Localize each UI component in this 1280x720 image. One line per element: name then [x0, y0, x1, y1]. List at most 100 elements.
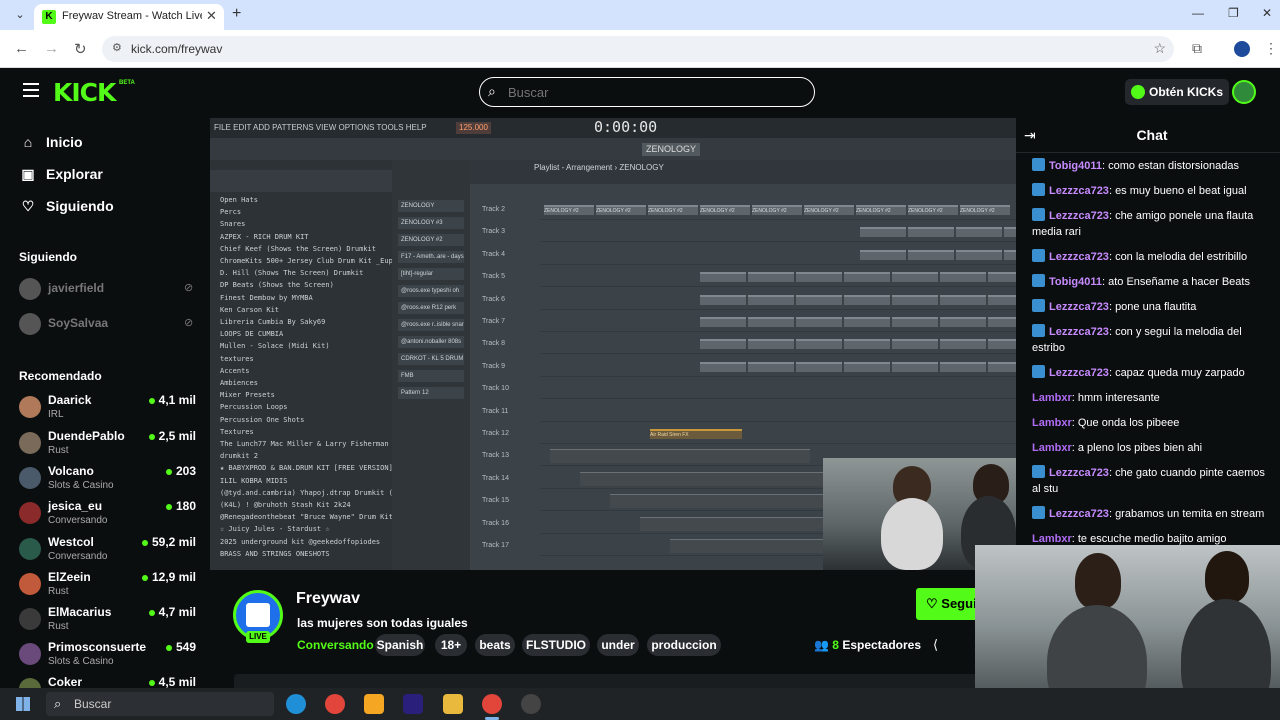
forward-button[interactable]: →	[44, 40, 59, 57]
reload-button[interactable]: ↻	[74, 40, 87, 58]
chat-title: Chat	[1136, 127, 1168, 143]
tab-list-button[interactable]: ⌄	[10, 6, 30, 24]
chat-username[interactable]: Lambxr	[1032, 417, 1072, 429]
subscriber-badge-icon	[1032, 465, 1045, 478]
tag[interactable]: under	[597, 634, 639, 656]
close-window-button[interactable]: ✕	[1262, 6, 1272, 20]
search-input[interactable]	[508, 85, 798, 100]
live-dot-icon	[148, 397, 155, 404]
fl-browser-item: Libreria Cumbia By Saky69	[220, 318, 326, 326]
chat-username[interactable]: Lezzzca723	[1049, 210, 1109, 222]
sidebar-item-label: Explorar	[46, 166, 103, 182]
fl-clip	[940, 272, 986, 283]
chat-username[interactable]: Lezzzca723	[1049, 467, 1109, 479]
tag[interactable]: produccion	[647, 634, 721, 656]
offline-icon: ⊘	[184, 282, 194, 294]
chat-username[interactable]: Lezzzca723	[1049, 508, 1109, 520]
following-item[interactable]: javierfield ⊘	[19, 276, 204, 302]
hamburger-menu-icon[interactable]	[23, 83, 39, 97]
recommended-item[interactable]: ElZeein Rust 12,9 mil	[19, 570, 204, 603]
fl-browser-item: DP Beats (Shows the Screen)	[220, 281, 334, 290]
chrome-active-icon[interactable]	[482, 694, 502, 714]
get-kicks-button[interactable]: Obtén KICKs	[1125, 79, 1229, 105]
fl-clip: ZENOLOGY #2	[752, 205, 802, 215]
fl-track-lane	[540, 222, 1016, 243]
chat-username[interactable]: Lambxr	[1032, 442, 1072, 454]
windows-start-icon[interactable]	[16, 697, 30, 711]
restore-button[interactable]: ❐	[1228, 6, 1239, 20]
sidebar-item-siguiendo[interactable]: ♡ Siguiendo	[19, 198, 114, 222]
recommended-item[interactable]: Daarick IRL 4,1 mil	[19, 393, 204, 426]
chat-message: Lezzzca723: che gato cuando pinte caemos…	[1032, 465, 1265, 495]
edge-icon[interactable]	[286, 694, 306, 714]
avatar	[19, 278, 41, 300]
following-item[interactable]: SoySalvaa ⊘	[19, 311, 204, 337]
chrome-icon[interactable]	[325, 694, 345, 714]
recommended-item[interactable]: Volcano Slots & Casino 203	[19, 464, 204, 497]
fl-browser-panel: Open Hats Percs Snares AZPEX - RICH DRUM KI…	[210, 160, 435, 570]
recommended-item[interactable]: jesica_eu Conversando 180	[19, 499, 204, 532]
minimize-button[interactable]: —	[1192, 6, 1204, 20]
url-text[interactable]: kick.com/freywav	[131, 42, 222, 56]
fl-browser-item: ChromeKits 500+ Jersey Club Drum Kit _Eu…	[220, 257, 419, 265]
back-button[interactable]: ←	[14, 40, 29, 57]
tag[interactable]: 18+	[435, 634, 467, 656]
recommended-item[interactable]: Coker 4,5 mil	[19, 675, 204, 688]
beta-badge: BETA	[119, 80, 135, 86]
collapse-chat-icon[interactable]: ⇥	[1024, 127, 1036, 144]
live-dot-icon	[141, 539, 148, 546]
omnibox[interactable]: ⚙ kick.com/freywav ☆	[102, 36, 1174, 62]
chat-username[interactable]: Tobig4011	[1049, 276, 1102, 288]
fl-studio-icon[interactable]	[364, 694, 384, 714]
share-icon[interactable]: ⟨	[933, 637, 938, 653]
chat-username[interactable]: Lezzzca723	[1049, 301, 1109, 313]
user-avatar[interactable]	[1232, 80, 1256, 104]
chat-username[interactable]: Lambxr	[1032, 392, 1072, 404]
browser-tab[interactable]: K Freywav Stream - Watch Live o ✕	[34, 4, 224, 30]
fl-track-label: Track 14	[482, 474, 509, 482]
extensions-icon[interactable]: ⧉	[1192, 40, 1202, 57]
streamer-name[interactable]: Freywav	[296, 590, 360, 608]
chat-username[interactable]: Lambxr	[1032, 533, 1072, 545]
tag[interactable]: FLSTUDIO	[522, 634, 590, 656]
fl-track-lane	[540, 290, 1016, 310]
recommended-item[interactable]: Westcol Conversando 59,2 mil	[19, 535, 204, 568]
obs-icon[interactable]	[521, 694, 541, 714]
tab-close-icon[interactable]: ✕	[206, 8, 217, 24]
chat-text: capaz queda muy zarpado	[1115, 367, 1245, 379]
fl-browser-toolbar	[210, 170, 392, 192]
new-tab-button[interactable]: +	[232, 5, 241, 23]
recommended-item[interactable]: Primosconsuerte Slots & Casino 549	[19, 640, 204, 673]
taskbar-search[interactable]: ⌕ Buscar	[46, 692, 274, 716]
video-player[interactable]: FILE EDIT ADD PATTERNS VIEW OPTIONS TOOL…	[210, 118, 1016, 570]
chat-username[interactable]: Lezzzca723	[1049, 251, 1109, 263]
fl-browser-item: drumkit 2	[220, 452, 258, 461]
chat-username[interactable]: Lezzzca723	[1049, 367, 1109, 379]
bookmark-star-icon[interactable]: ☆	[1153, 40, 1166, 57]
premiere-icon[interactable]	[403, 694, 423, 714]
stream-category[interactable]: Conversando	[297, 638, 374, 652]
fl-clip	[844, 361, 890, 372]
tag[interactable]: Spanish	[375, 634, 425, 656]
sidebar-item-inicio[interactable]: ⌂ Inicio	[19, 134, 83, 158]
site-info-icon[interactable]: ⚙	[112, 41, 122, 54]
file-explorer-icon[interactable]	[443, 694, 463, 714]
kick-logo[interactable]: KICK	[53, 78, 116, 107]
search-box[interactable]: ⌕	[479, 77, 815, 107]
chat-username[interactable]: Tobig4011	[1049, 160, 1102, 172]
browser-menu-icon[interactable]: ⋮	[1264, 40, 1278, 57]
tag[interactable]: beats	[475, 634, 515, 656]
channel-name: Volcano	[48, 464, 94, 478]
browser-profile-avatar[interactable]	[1234, 41, 1250, 57]
fl-browser-item: Mixer Presets	[220, 391, 275, 400]
chat-username[interactable]: Lezzzca723	[1049, 185, 1109, 197]
viewer-count: 59,2 mil	[141, 535, 196, 549]
chat-username[interactable]: Lezzzca723	[1049, 326, 1109, 338]
sidebar-item-explorar[interactable]: ▣ Explorar	[19, 166, 103, 190]
recommended-item[interactable]: DuendePablo Rust 2,5 mil	[19, 429, 204, 462]
fl-clip: ZENOLOGY #2	[544, 205, 594, 215]
fl-track-lane: ZENOLOGY #2 ZENOLOGY #2 ZENOLOGY #2 ZENOLOG…	[540, 200, 1016, 220]
recommended-item[interactable]: ElMacarius Rust 4,7 mil	[19, 605, 204, 638]
channel-category: IRL	[48, 409, 64, 420]
live-dot-icon	[165, 468, 172, 475]
